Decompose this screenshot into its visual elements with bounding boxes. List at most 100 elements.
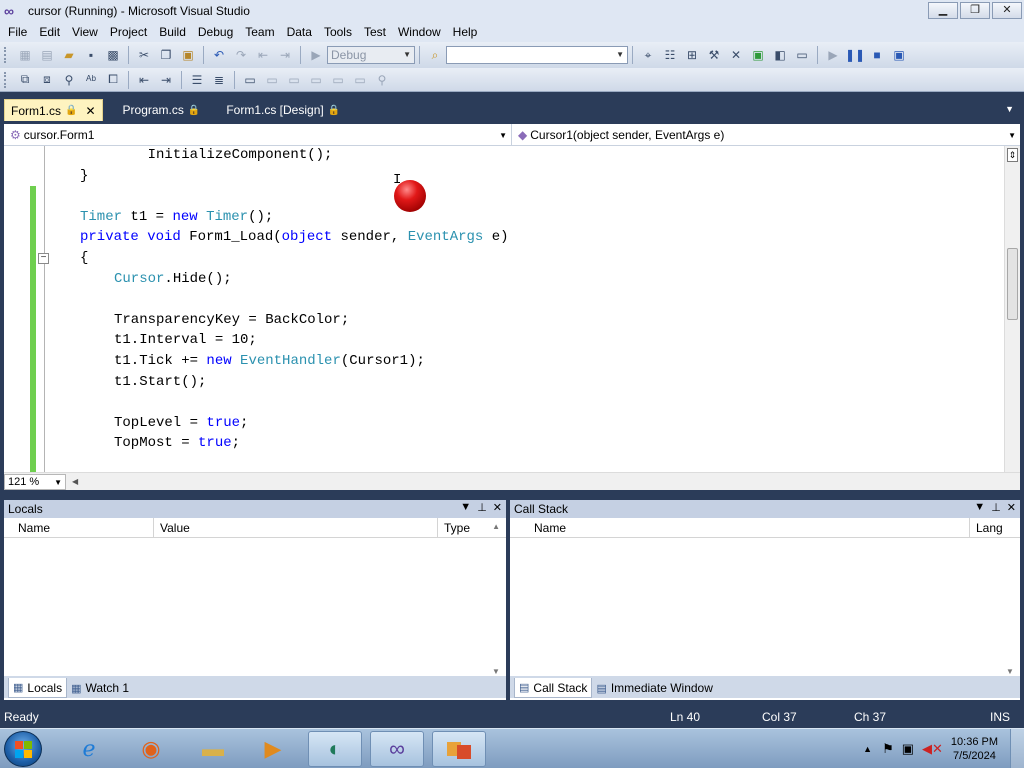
- editor-vertical-scrollbar[interactable]: ⇕: [1004, 146, 1020, 472]
- menu-tools[interactable]: Tools: [318, 22, 358, 42]
- close-button[interactable]: ✕: [992, 2, 1022, 19]
- start-page-icon[interactable]: ▣: [749, 46, 767, 64]
- locals-scrollbar[interactable]: ▼: [492, 538, 502, 676]
- cursor-app-icon[interactable]: [432, 731, 486, 767]
- undo-icon[interactable]: ↶: [210, 46, 228, 64]
- close-tab-icon[interactable]: ✕: [85, 104, 95, 118]
- action-center-flag-icon[interactable]: ⚑: [882, 741, 894, 757]
- command-window-icon[interactable]: ▭: [793, 46, 811, 64]
- scroll-down-icon[interactable]: ▼: [1006, 667, 1014, 676]
- media-player-icon[interactable]: ▶: [246, 731, 300, 767]
- locals-body[interactable]: ▼: [4, 538, 506, 676]
- toolbox-icon[interactable]: ⚒: [705, 46, 723, 64]
- tab-locals[interactable]: ▦ Locals: [8, 678, 68, 698]
- start-button[interactable]: [4, 731, 42, 767]
- code-editor[interactable]: − InitializeComponent();} Timer t1 = new…: [4, 146, 1020, 472]
- add-item-icon[interactable]: ▤: [38, 46, 56, 64]
- column-name[interactable]: Name: [4, 517, 154, 538]
- object-member-list-icon[interactable]: ⧉: [16, 71, 34, 89]
- column-type[interactable]: Type: [438, 518, 488, 538]
- pin-icon[interactable]: ⊥: [991, 501, 1001, 514]
- start-debugging-icon[interactable]: ▶: [307, 46, 325, 64]
- save-icon[interactable]: ▪: [82, 46, 100, 64]
- word-completion-icon[interactable]: ᴬᵇ: [82, 71, 100, 89]
- tab-call-stack[interactable]: ▤ Call Stack: [514, 678, 593, 698]
- close-icon[interactable]: ✕: [493, 501, 502, 514]
- collapse-toggle[interactable]: −: [38, 253, 49, 264]
- next-bookmark-folder-icon[interactable]: ▭: [329, 71, 347, 89]
- firefox-icon[interactable]: ◉: [124, 731, 178, 767]
- clock[interactable]: 10:36 PM 7/5/2024: [951, 735, 998, 763]
- paste-icon[interactable]: ▣: [179, 46, 197, 64]
- toolbar-grip[interactable]: [4, 47, 8, 63]
- copy-icon[interactable]: ❐: [157, 46, 175, 64]
- close-icon[interactable]: ✕: [1007, 501, 1016, 514]
- toolbar-grip[interactable]: [4, 71, 8, 88]
- uncomment-lines-icon[interactable]: ≣: [210, 71, 228, 89]
- comment-lines-icon[interactable]: ☰: [188, 71, 206, 89]
- continue-icon[interactable]: ▶: [824, 46, 842, 64]
- previous-bookmark-icon[interactable]: ▭: [263, 71, 281, 89]
- column-value[interactable]: Value: [154, 517, 438, 538]
- scroll-down-icon[interactable]: ▼: [492, 667, 500, 676]
- solution-explorer-icon[interactable]: ⌖: [639, 46, 657, 64]
- navigate-back-icon[interactable]: ⇤: [254, 46, 272, 64]
- call-stack-body[interactable]: ▼: [510, 538, 1020, 676]
- menu-window[interactable]: Window: [392, 22, 447, 42]
- menu-edit[interactable]: Edit: [33, 22, 66, 42]
- bookmark-window-icon[interactable]: ⚲: [373, 71, 391, 89]
- zoom-combo[interactable]: 121 % ▼: [4, 473, 66, 490]
- column-name[interactable]: Name: [510, 517, 970, 538]
- break-all-icon[interactable]: ❚❚: [845, 46, 865, 64]
- properties-icon[interactable]: ☷: [661, 46, 679, 64]
- dropdown-icon[interactable]: ▼: [460, 501, 471, 514]
- navigate-forward-icon[interactable]: ⇥: [276, 46, 294, 64]
- call-stack-scrollbar[interactable]: ▼: [1006, 538, 1016, 676]
- find-combo[interactable]: ▼: [446, 46, 628, 64]
- menu-file[interactable]: File: [2, 22, 33, 42]
- stop-debugging-icon[interactable]: ■: [868, 46, 886, 64]
- parameter-info-icon[interactable]: ⧈: [38, 71, 56, 89]
- toggle-bookmark-icon[interactable]: ▭: [241, 71, 259, 89]
- decrease-indent-icon[interactable]: ⇤: [135, 71, 153, 89]
- menu-debug[interactable]: Debug: [192, 22, 239, 42]
- menu-test[interactable]: Test: [358, 22, 392, 42]
- menu-build[interactable]: Build: [153, 22, 192, 42]
- tab-immediate-window[interactable]: ▤ Immediate Window: [592, 678, 716, 698]
- tab-form1-cs[interactable]: Form1.cs 🔒 ✕: [4, 99, 103, 121]
- restart-icon[interactable]: ▣: [890, 46, 908, 64]
- member-combo[interactable]: ◆ Cursor1(object sender, EventArgs e) ▼: [512, 124, 1020, 146]
- internet-explorer-icon[interactable]: ℯ: [62, 731, 116, 767]
- tab-form1-design[interactable]: Form1.cs [Design] 🔒: [220, 99, 346, 121]
- menu-data[interactable]: Data: [281, 22, 318, 42]
- next-bookmark-icon[interactable]: ▭: [285, 71, 303, 89]
- screen-recorder-icon[interactable]: ◐: [308, 731, 362, 767]
- scroll-up-icon[interactable]: ▲: [492, 522, 500, 531]
- scroll-left-icon[interactable]: ◀: [72, 477, 78, 486]
- quick-info-icon[interactable]: ⚲: [60, 71, 78, 89]
- class-view-icon[interactable]: ◧: [771, 46, 789, 64]
- solution-config-combo[interactable]: Debug ▼: [327, 46, 415, 64]
- menu-view[interactable]: View: [66, 22, 104, 42]
- dropdown-icon[interactable]: ▼: [974, 501, 985, 514]
- tab-program-cs[interactable]: Program.cs 🔒: [117, 99, 207, 121]
- find-in-files-icon[interactable]: ⌕: [426, 46, 444, 64]
- minimize-button[interactable]: ▁: [928, 2, 958, 19]
- file-explorer-icon[interactable]: ▬: [186, 731, 240, 767]
- tab-dropdown-icon[interactable]: ▼: [1005, 104, 1014, 114]
- code-text[interactable]: InitializeComponent();} Timer t1 = new T…: [50, 146, 509, 454]
- clear-bookmarks-icon[interactable]: ▭: [351, 71, 369, 89]
- show-desktop-button[interactable]: [1010, 729, 1024, 768]
- maximize-button[interactable]: ❐: [960, 2, 990, 19]
- type-combo[interactable]: ⚙ cursor.Form1 ▼: [4, 124, 512, 146]
- extension-manager-icon[interactable]: ✕: [727, 46, 745, 64]
- object-browser-icon[interactable]: ⊞: [683, 46, 701, 64]
- tab-watch-1[interactable]: ▦ Watch 1: [67, 678, 133, 698]
- bookmark-icon[interactable]: ⧠: [104, 71, 122, 89]
- show-hidden-icons-icon[interactable]: ▲: [863, 744, 872, 754]
- volume-muted-icon[interactable]: ◀✕: [922, 741, 943, 757]
- menu-project[interactable]: Project: [104, 22, 153, 42]
- visual-studio-taskbar-icon[interactable]: ∞: [370, 731, 424, 767]
- network-icon[interactable]: ▣: [902, 741, 914, 757]
- pin-icon[interactable]: ⊥: [477, 501, 487, 514]
